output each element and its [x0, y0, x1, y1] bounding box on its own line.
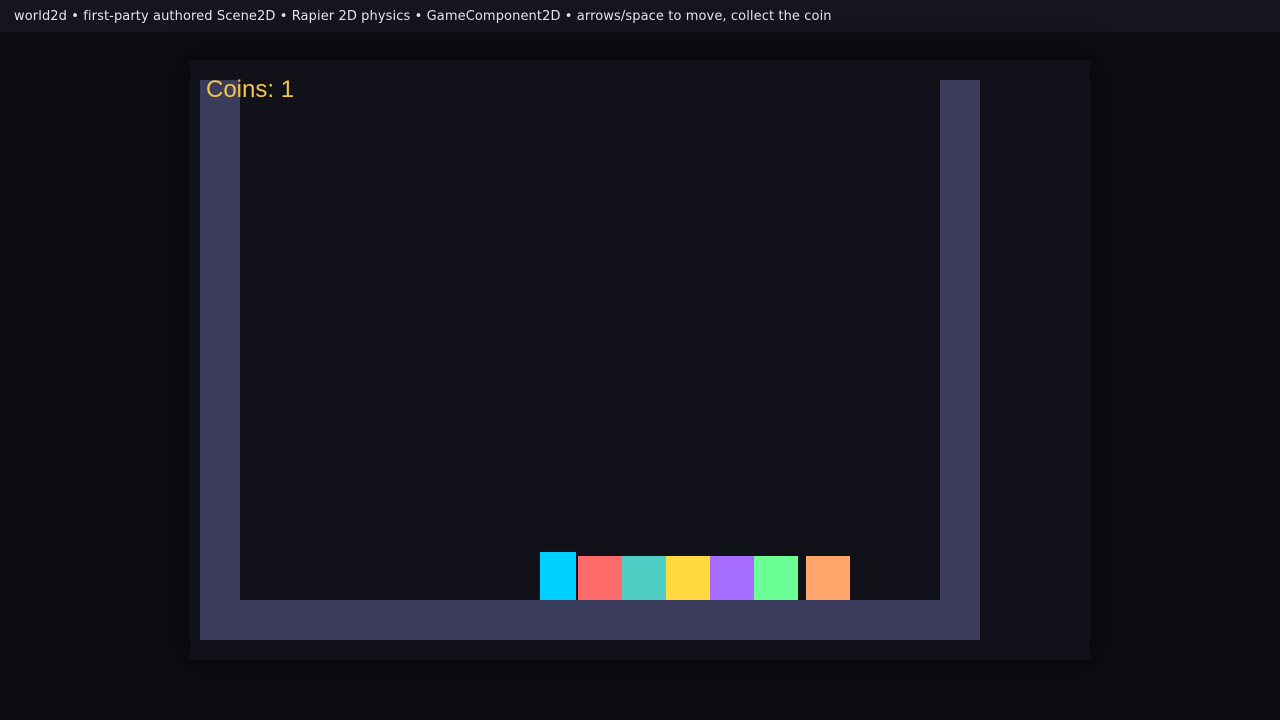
top-bar: world2d • first-party authored Scene2D •… [0, 0, 1280, 32]
orange-box [806, 556, 850, 600]
scene-caption: world2d • first-party authored Scene2D •… [14, 8, 832, 24]
green-box [754, 556, 798, 600]
player-block [540, 552, 576, 600]
game-canvas[interactable]: Coins: 1 [190, 60, 1090, 660]
right-wall [940, 80, 980, 640]
left-wall [200, 80, 240, 640]
red-box [578, 556, 622, 600]
yellow-box [666, 556, 710, 600]
coin-counter: Coins: 1 [206, 76, 295, 103]
teal-box [622, 556, 666, 600]
purple-box [710, 556, 754, 600]
floor [200, 600, 980, 640]
